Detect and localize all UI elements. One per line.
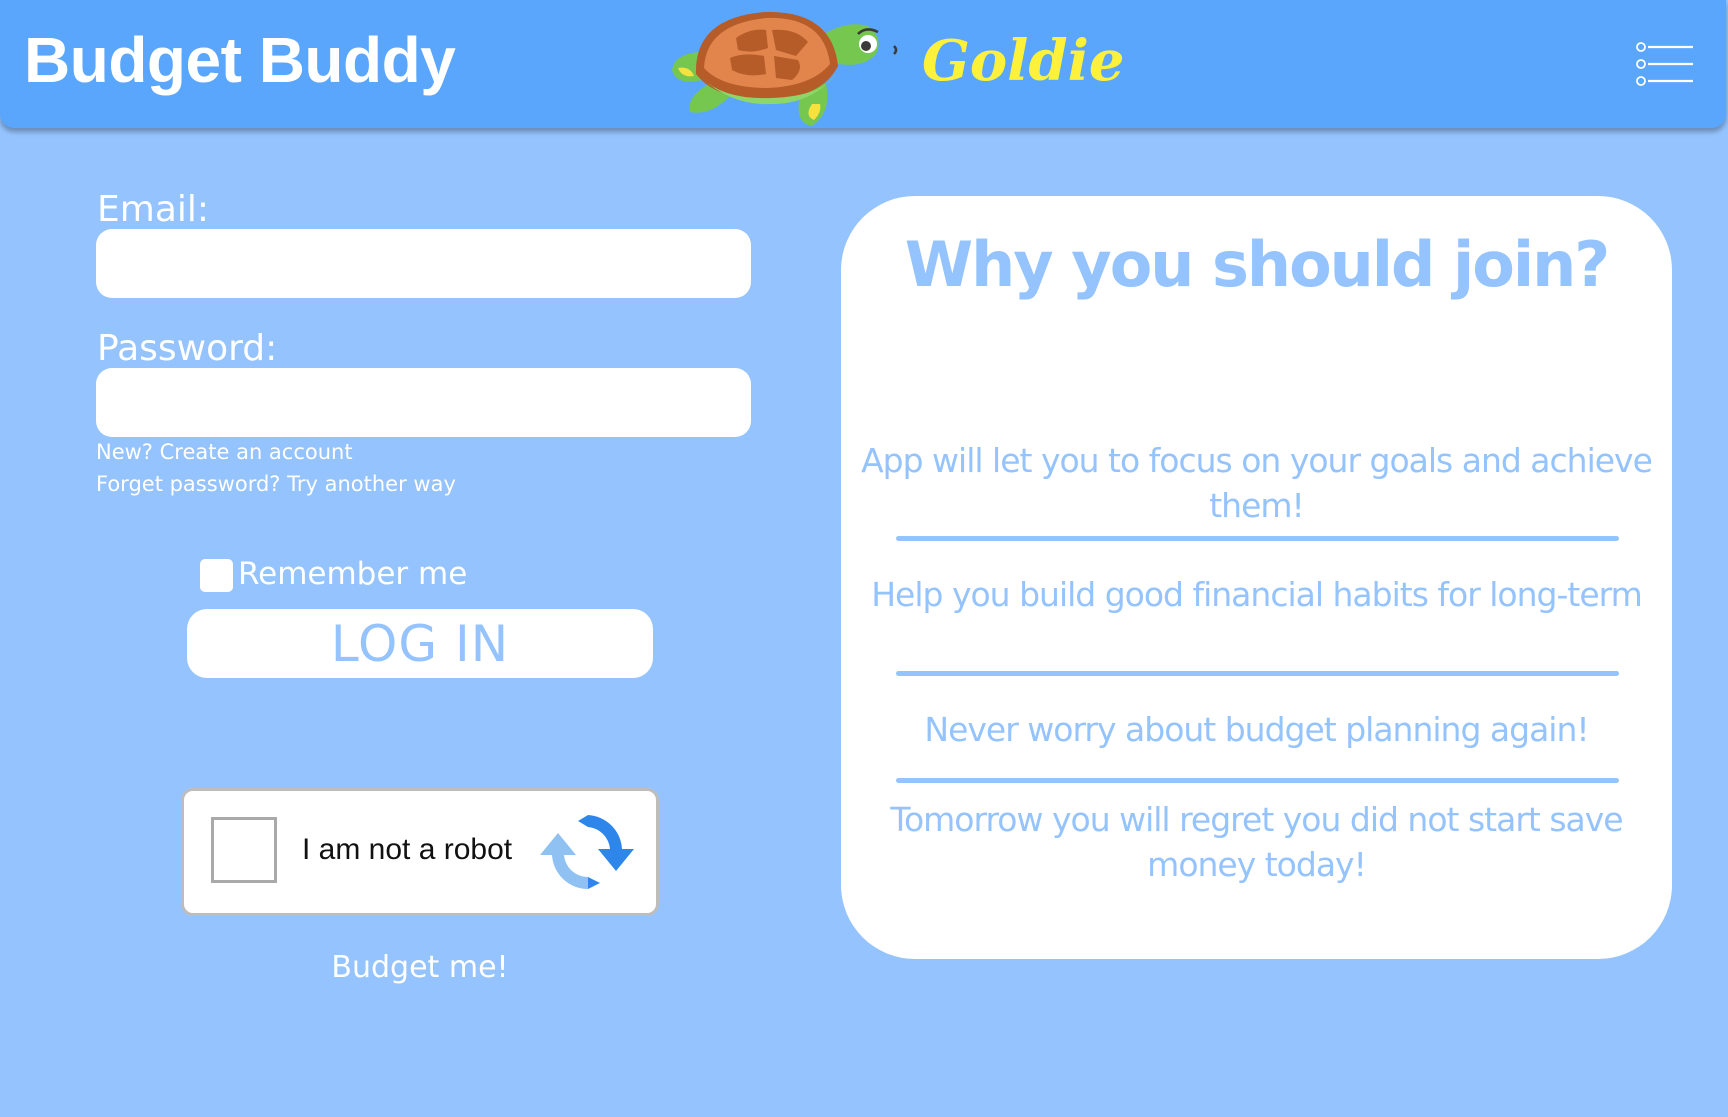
create-account-link[interactable]: New? Create an account [96,439,353,465]
divider [896,536,1619,541]
email-field[interactable] [96,229,751,298]
brand-name: Goldie [922,28,1125,94]
login-button[interactable]: LOG IN [187,609,653,678]
divider [896,671,1619,676]
password-field[interactable] [96,368,751,437]
benefit-item: Help you build good financial habits for… [871,575,1643,614]
why-join-title: Why you should join? [904,228,1610,301]
tagline: Budget me! [331,950,509,985]
remember-me-label[interactable]: Remember me [238,554,467,594]
header-bar: Budget Buddy Goldie [0,0,1726,128]
recaptcha-icon [540,815,634,890]
app-title: Budget Buddy [24,24,456,96]
list-menu-icon[interactable] [1636,40,1696,88]
remember-me-checkbox[interactable] [200,559,233,592]
why-join-card: Why you should join? App will let you to… [841,196,1672,959]
benefit-item: App will let you to focus on your goals … [861,441,1653,525]
captcha-label: I am not a robot [302,833,513,866]
benefit-item: Never worry about budget planning again! [924,710,1589,749]
captcha-checkbox[interactable] [211,817,277,883]
captcha-widget: I am not a robot [181,788,659,916]
turtle-mascot-icon [672,11,898,126]
forgot-password-link[interactable]: Forget password? Try another way [96,471,456,497]
email-label: Email: [97,189,210,230]
benefit-item: Tomorrow you will regret you did not sta… [890,800,1623,884]
password-label: Password: [97,328,278,369]
divider [896,778,1619,783]
